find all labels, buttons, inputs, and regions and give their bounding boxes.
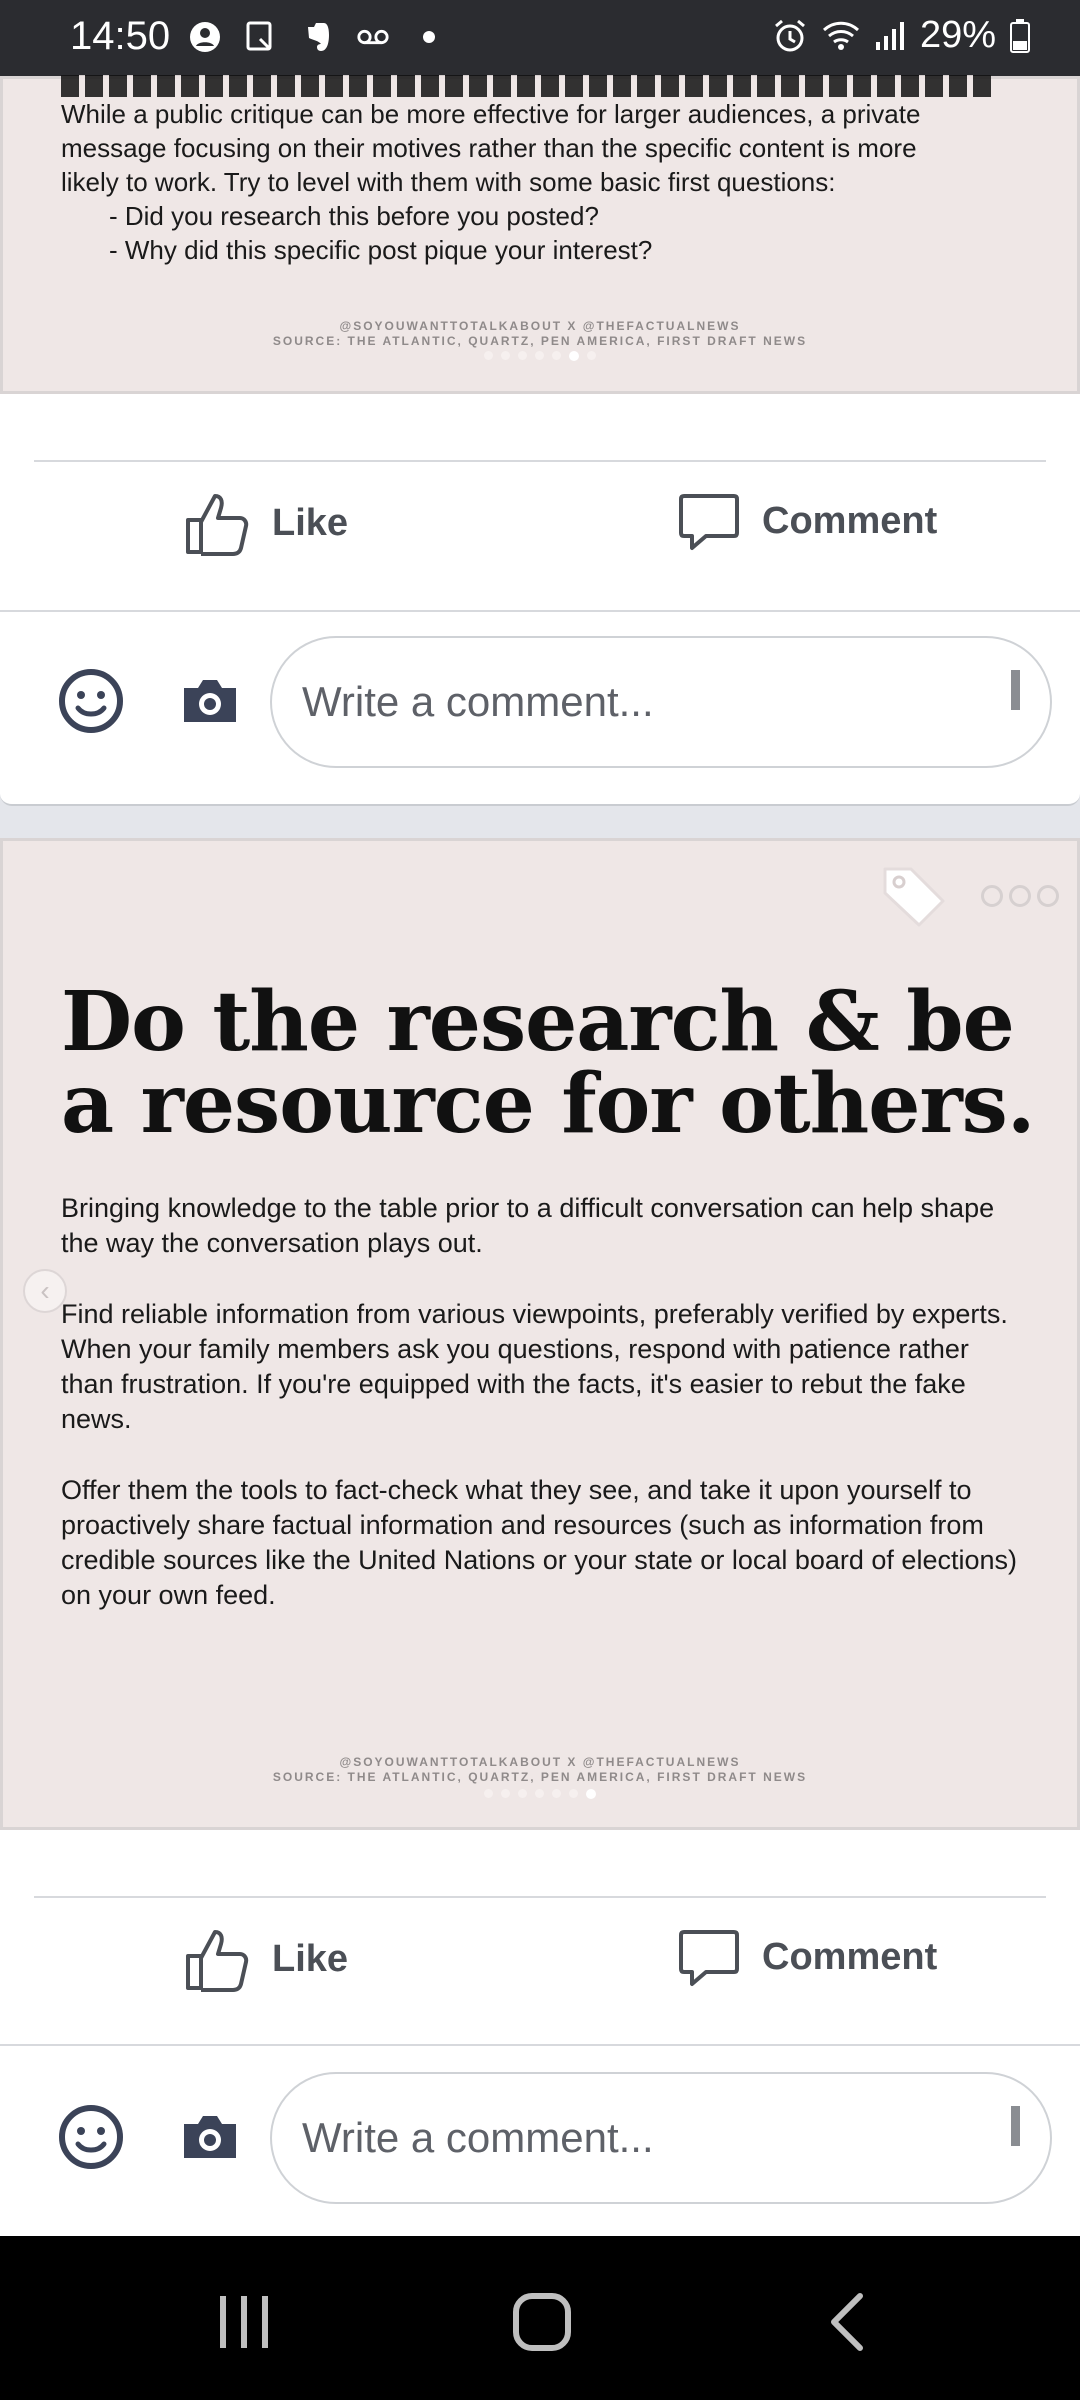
heading-cut-off [61,75,991,97]
post-footer: Like Comment Write a comment... [0,394,1080,806]
back-button[interactable] [820,2292,880,2352]
text-cursor [1011,670,1020,710]
battery-icon [1010,18,1030,53]
screenshot-icon [244,20,278,54]
more-options-icon[interactable] [981,885,1059,907]
comment-composer: Write a comment... [0,634,1080,774]
body-line: likely to work. Try to level with them w… [61,167,836,197]
divider [0,2044,1080,2046]
question-1: - Did you research this before you poste… [109,201,599,231]
source-citation: SOURCE: THE ATLANTIC, QUARTZ, PEN AMERIC… [272,1770,808,1784]
body-line: While a public critique can be more effe… [61,99,921,129]
camera-icon[interactable] [180,2112,240,2162]
body-line: message focusing on their motives rather… [61,133,917,163]
post-footer: Like Comment Write a comment... [0,1830,1080,2236]
account-icon [188,20,222,54]
dot-icon [412,20,446,54]
status-bar: 14:50 29% [0,0,1080,76]
image-paragraph-3: Offer them the tools to fact-check what … [61,1475,1017,1610]
like-label: Like [272,501,349,544]
comment-label: Comment [762,499,938,542]
like-button[interactable]: Like [184,1926,348,1992]
source-handles: @SOYOUWANTTOTALKABOUT X @THEFACTUALNEWS [339,1755,741,1769]
title-line: Do the research & be [61,974,1015,1070]
divider [34,460,1046,462]
recent-apps-button[interactable] [214,2292,274,2352]
screen: 14:50 29% While a public critique can be… [0,0,1080,2400]
voicemail-icon [356,20,390,54]
comment-composer: Write a comment... [0,2072,1080,2214]
image-paragraph-1: Bringing knowledge to the table prior to… [61,1193,995,1258]
comment-button[interactable]: Comment [678,1926,937,1988]
camera-icon[interactable] [180,676,240,726]
carousel-dots [3,351,1077,361]
divider [34,1896,1046,1898]
post-image[interactable]: While a public critique can be more effe… [0,75,1080,394]
image-source: @SOYOUWANTTOTALKABOUT X @THEFACTUALNEWS … [3,1755,1077,1785]
chevron-left-icon: ‹ [40,1275,50,1306]
evernote-icon [300,20,334,54]
source-citation: SOURCE: THE ATLANTIC, QUARTZ, PEN AMERIC… [272,334,808,348]
alarm-icon [774,19,805,51]
image-paragraph-2: Find reliable information from various v… [61,1299,1008,1434]
divider [0,610,1080,612]
status-time: 14:50 [70,14,171,58]
thumbs-up-icon [186,1930,249,1992]
emoji-icon[interactable] [58,2104,124,2170]
comment-label: Comment [762,1935,938,1978]
home-button[interactable] [512,2292,572,2352]
comment-button[interactable]: Comment [678,490,937,552]
notification-icons [188,20,446,54]
comment-placeholder: Write a comment... [302,678,654,725]
signal-icon [875,21,904,50]
like-label: Like [272,1937,349,1980]
source-handles: @SOYOUWANTTOTALKABOUT X @THEFACTUALNEWS [339,319,741,333]
thumbs-up-icon [186,494,249,556]
image-title: Do the research & be a resource for othe… [61,981,1061,1145]
text-cursor [1011,2106,1020,2146]
like-button[interactable]: Like [184,490,348,556]
system-icons: 29% [772,14,1030,57]
comment-input[interactable]: Write a comment... [270,2072,1052,2204]
title-line: a resource for others. [61,1056,1035,1152]
post-image-text: While a public critique can be more effe… [61,97,1027,267]
question-2: - Why did this specific post pique your … [109,235,653,265]
image-source: @SOYOUWANTTOTALKABOUT X @THEFACTUALNEWS … [3,319,1077,349]
emoji-icon[interactable] [58,668,124,734]
comment-icon [679,494,739,550]
comment-placeholder: Write a comment... [302,2114,654,2161]
post-image[interactable]: Do the research & be a resource for othe… [0,838,1080,1830]
tag-icon[interactable] [879,861,949,931]
carousel-dots [3,1789,1077,1799]
wifi-icon [822,21,859,50]
comment-input[interactable]: Write a comment... [270,636,1052,768]
comment-icon [679,1930,739,1986]
navigation-bar [0,2236,1080,2400]
battery-percent: 29% [919,14,996,56]
